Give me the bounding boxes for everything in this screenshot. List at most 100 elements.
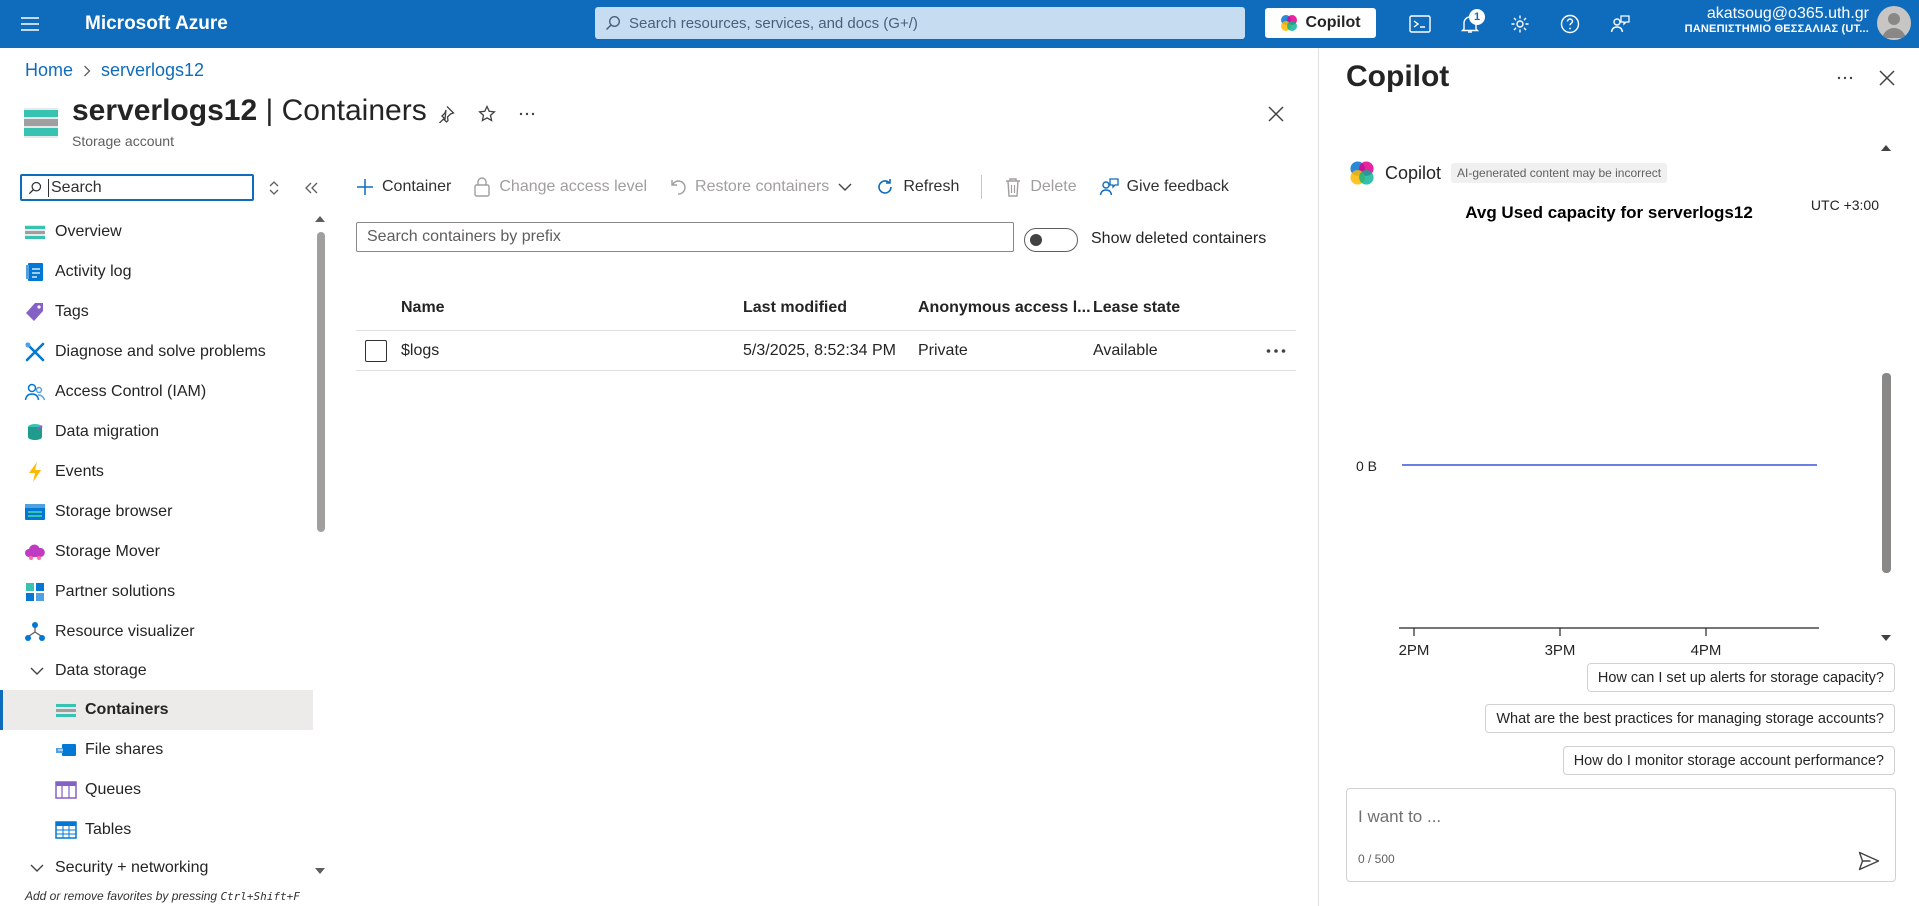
- table-row[interactable]: $logs 5/3/2025, 8:52:34 PM Private Avail…: [356, 331, 1296, 371]
- nav-item-queues[interactable]: Queues: [0, 770, 313, 810]
- container-name-link[interactable]: $logs: [401, 342, 439, 360]
- show-deleted-label: Show deleted containers: [1091, 230, 1267, 247]
- activity-log-icon: [24, 261, 46, 283]
- chart-title: Avg Used capacity for serverlogs12: [1465, 203, 1753, 222]
- nav-item-file-shares[interactable]: File shares: [0, 730, 313, 770]
- tag-icon: [24, 301, 46, 323]
- refresh-icon: [875, 177, 895, 197]
- copilot-button-label: Copilot: [1305, 14, 1361, 31]
- suggestion-best-practices[interactable]: What are the best practices for managing…: [1485, 704, 1895, 733]
- scroll-up-arrow-icon[interactable]: [314, 214, 326, 224]
- avatar[interactable]: [1877, 6, 1911, 40]
- sort-updown-icon[interactable]: [266, 178, 282, 198]
- suggestion-monitor[interactable]: How do I monitor storage account perform…: [1562, 746, 1895, 775]
- account-info[interactable]: akatsoug@o365.uth.gr ΠΑΝΕΠΙΣΤΗΜΙΟ ΘΕΣΣΑΛ…: [1685, 5, 1869, 36]
- data-migration-icon: [24, 421, 46, 443]
- send-icon[interactable]: [1855, 847, 1883, 875]
- settings-gear-icon[interactable]: [1504, 8, 1536, 40]
- refresh-button[interactable]: Refresh: [875, 177, 959, 197]
- nav-item-events[interactable]: Events: [0, 452, 313, 492]
- show-deleted-toggle[interactable]: [1024, 228, 1078, 252]
- column-header-access[interactable]: Anonymous access l...: [918, 299, 1091, 317]
- help-icon[interactable]: [1554, 8, 1586, 40]
- cell-lease-state: Available: [1093, 342, 1158, 359]
- nav-group-data-storage[interactable]: Data storage: [0, 652, 313, 690]
- delete-button[interactable]: Delete: [1004, 177, 1077, 197]
- search-icon: [605, 15, 621, 31]
- nav-item-storage-browser[interactable]: Storage browser: [0, 492, 313, 532]
- feedback-person-icon[interactable]: [1604, 8, 1636, 40]
- tables-icon: [55, 819, 77, 841]
- nav-scroll-thumb[interactable]: [317, 232, 325, 532]
- capacity-chart: 2PM 3PM 4PM 0 B Avg Used capacity for serve…: [1349, 193, 1879, 673]
- breadcrumb-resource[interactable]: serverlogs12: [101, 60, 204, 81]
- pin-icon[interactable]: [432, 100, 460, 128]
- nav-item-data-migration[interactable]: Data migration: [0, 412, 313, 452]
- column-header-last-modified[interactable]: Last modified: [743, 299, 847, 317]
- chevron-right-icon: [83, 65, 91, 77]
- scroll-up-arrow-icon[interactable]: [1879, 143, 1893, 153]
- close-blade-icon[interactable]: [1262, 100, 1290, 128]
- nav-item-storage-mover[interactable]: Storage Mover: [0, 532, 313, 572]
- page-title-resource: serverlogs12: [72, 94, 258, 127]
- nav-item-overview[interactable]: Overview: [0, 212, 313, 252]
- nav-item-tables[interactable]: Tables: [0, 810, 313, 850]
- account-email: akatsoug@o365.uth.gr: [1706, 5, 1869, 22]
- more-options-icon[interactable]: [1831, 64, 1859, 92]
- container-prefix-search-input[interactable]: Search containers by prefix: [356, 222, 1014, 252]
- breadcrumb-home[interactable]: Home: [25, 60, 73, 81]
- cloud-shell-icon[interactable]: [1404, 8, 1436, 40]
- close-icon[interactable]: [1873, 64, 1901, 92]
- more-options-icon[interactable]: [513, 100, 541, 128]
- nav-item-activity-log[interactable]: Activity log: [0, 252, 313, 292]
- nav-search-input[interactable]: Search: [20, 174, 254, 201]
- nav-item-access-control[interactable]: Access Control (IAM): [0, 372, 313, 412]
- people-icon: [24, 381, 46, 403]
- page-subtitle: Storage account: [72, 133, 174, 149]
- overview-icon: [24, 221, 46, 243]
- cloud-icon: [24, 541, 46, 563]
- column-header-lease-state[interactable]: Lease state: [1093, 299, 1180, 317]
- containers-table: Name Last modified Anonymous access l...…: [356, 289, 1296, 371]
- add-container-button[interactable]: Container: [356, 178, 451, 196]
- nav-scrollbar[interactable]: [314, 214, 326, 880]
- nav-list: Overview Activity log Tags Diagnose and …: [0, 212, 313, 886]
- copilot-prompt-input[interactable]: I want to ... 0 / 500: [1346, 788, 1896, 882]
- top-bar: Microsoft Azure Search resources, servic…: [0, 0, 1919, 48]
- cell-access-level: Private: [918, 342, 968, 359]
- collapse-nav-icon[interactable]: [302, 178, 320, 198]
- copilot-button[interactable]: Copilot: [1265, 8, 1376, 38]
- search-icon: [28, 181, 42, 195]
- account-tenant: ΠΑΝΕΠΙΣΤΗΜΙΟ ΘΕΣΣΑΛΙΑΣ (UT...: [1684, 23, 1869, 36]
- nav-item-resource-visualizer[interactable]: Resource visualizer: [0, 612, 313, 652]
- lightning-icon: [24, 461, 46, 483]
- brand-title[interactable]: Microsoft Azure: [85, 13, 228, 35]
- lock-icon: [473, 177, 491, 197]
- row-more-options-icon[interactable]: [1261, 339, 1291, 363]
- notifications-bell-icon[interactable]: 1: [1454, 8, 1486, 40]
- give-feedback-button[interactable]: Give feedback: [1099, 177, 1229, 197]
- copilot-scroll-thumb[interactable]: [1882, 373, 1891, 573]
- restore-containers-button[interactable]: Restore containers: [669, 178, 853, 196]
- plus-icon: [356, 178, 374, 196]
- nav-item-containers[interactable]: Containers: [0, 690, 313, 730]
- change-access-level-button[interactable]: Change access level: [473, 177, 647, 197]
- suggestion-alerts[interactable]: How can I set up alerts for storage capa…: [1586, 663, 1895, 692]
- nav-item-tags[interactable]: Tags: [0, 292, 313, 332]
- nav-item-diagnose[interactable]: Diagnose and solve problems: [0, 332, 313, 372]
- hamburger-menu-icon[interactable]: [0, 0, 60, 48]
- column-header-name[interactable]: Name: [401, 299, 445, 317]
- row-checkbox[interactable]: [365, 340, 387, 362]
- scroll-down-arrow-icon[interactable]: [1879, 633, 1893, 643]
- y-tick-label: 0 B: [1356, 458, 1377, 474]
- scroll-down-arrow-icon[interactable]: [314, 866, 326, 876]
- nav-group-security[interactable]: Security + networking: [0, 850, 313, 886]
- feedback-person-icon: [1099, 177, 1119, 197]
- star-favorite-icon[interactable]: [473, 100, 501, 128]
- global-search-input[interactable]: Search resources, services, and docs (G+…: [595, 7, 1245, 39]
- character-count: 0 / 500: [1358, 852, 1395, 866]
- copilot-scrollbar[interactable]: [1879, 143, 1893, 643]
- nav-item-partner-solutions[interactable]: Partner solutions: [0, 572, 313, 612]
- visualizer-icon: [24, 621, 46, 643]
- copilot-pane: Copilot Copilot AI-generated content may…: [1318, 48, 1919, 906]
